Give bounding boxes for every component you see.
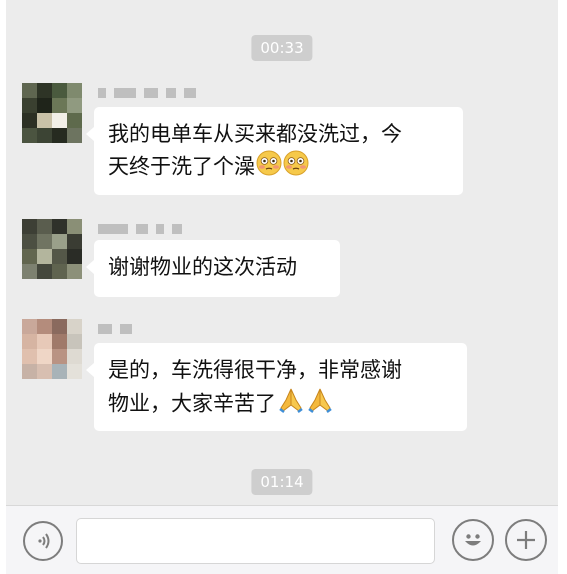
voice-input-button[interactable] xyxy=(23,521,63,561)
message-text: 天终于洗了个澡 xyxy=(108,154,255,179)
message-input[interactable] xyxy=(76,518,435,564)
message-text: 是的，车洗得很干净，非常感谢 xyxy=(108,358,402,382)
sender-name-blurred xyxy=(98,86,196,100)
message-bubble[interactable]: 谢谢物业的这次活动 xyxy=(86,240,340,297)
sender-name-blurred xyxy=(98,322,132,336)
message-bubble[interactable]: 是的，车洗得很干净，非常感谢 物业，大家辛苦了 xyxy=(86,343,467,431)
folded-hands-emoji xyxy=(306,386,334,423)
emoji-smile-icon xyxy=(459,526,487,554)
emoji-button[interactable] xyxy=(452,519,494,561)
avatar[interactable] xyxy=(22,319,82,379)
flushed-face-emoji xyxy=(256,150,282,185)
chat-window: 00:33 我的电单车从买来都没洗过，今 天终于洗了个澡 谢谢物业的这次活动 是… xyxy=(6,0,558,574)
timestamp: 00:33 xyxy=(251,35,313,61)
avatar[interactable] xyxy=(22,83,82,143)
message-bubble[interactable]: 我的电单车从买来都没洗过，今 天终于洗了个澡 xyxy=(86,107,463,195)
folded-hands-emoji xyxy=(277,386,305,423)
avatar[interactable] xyxy=(22,219,82,279)
input-bar xyxy=(6,505,558,574)
message-text: 谢谢物业的这次活动 xyxy=(108,255,297,279)
timestamp: 01:14 xyxy=(251,469,313,495)
more-button[interactable] xyxy=(505,519,547,561)
flushed-face-emoji xyxy=(283,150,309,185)
sender-name-blurred xyxy=(98,222,182,236)
voice-input-icon xyxy=(31,529,55,553)
message-text: 我的电单车从买来都没洗过，今 xyxy=(108,122,402,146)
plus-more-icon xyxy=(514,528,538,552)
message-text: 物业，大家辛苦了 xyxy=(108,391,276,416)
